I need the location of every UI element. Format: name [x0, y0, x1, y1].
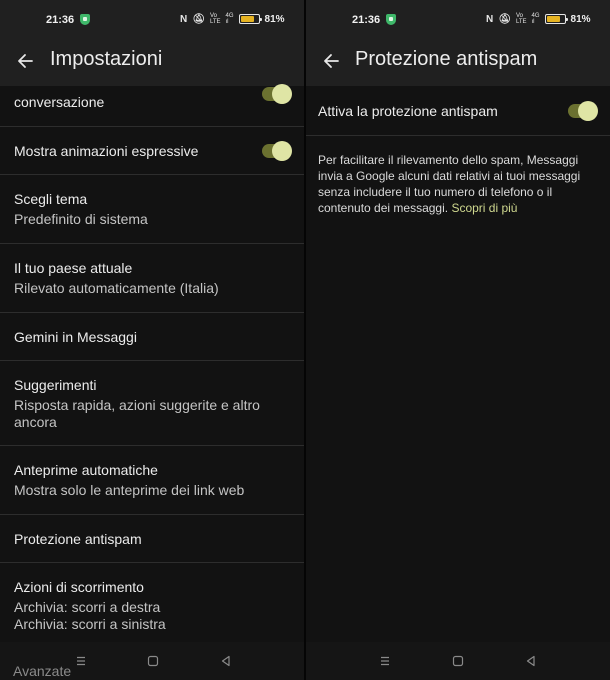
list-item-auto-previews[interactable]: Anteprime automatiche Mostra solo le ant…	[0, 446, 304, 515]
battery-percentage: 81%	[264, 13, 285, 25]
battery-icon	[238, 14, 263, 24]
list-item-advanced[interactable]: Avanzate	[13, 663, 71, 679]
settings-list: conversazione Mostra animazioni espressi…	[0, 84, 304, 648]
network-indicator: 4G ıl	[531, 13, 540, 25]
toggle-switch[interactable]	[262, 84, 292, 104]
status-time: 21:36	[46, 14, 75, 26]
list-item-country[interactable]: Il tuo paese attuale Rilevato automatica…	[0, 244, 304, 313]
list-item-suggestions[interactable]: Suggerimenti Risposta rapida, azioni sug…	[0, 361, 304, 446]
toggle-switch[interactable]	[262, 141, 292, 161]
mute-icon: 🔕︎	[498, 13, 511, 25]
back-arrow-icon[interactable]	[16, 50, 34, 72]
list-item-conversation-toggle[interactable]: conversazione	[0, 84, 304, 127]
home-icon[interactable]	[146, 654, 160, 668]
page-title: Protezione antispam	[355, 48, 538, 70]
list-item-spam-protection[interactable]: Protezione antispam	[0, 515, 304, 563]
nfc-icon: N	[486, 13, 494, 25]
settings-screen: 21:36 N 🔕︎ Vo LTE 4G ıl 81% Impostazioni…	[0, 0, 304, 680]
status-time: 21:36	[352, 14, 381, 26]
recents-icon[interactable]	[378, 654, 392, 668]
app-bar: Impostazioni	[0, 38, 304, 86]
status-icons: N 🔕︎ Vo LTE 4G ıl 81%	[486, 13, 591, 25]
back-nav-icon[interactable]	[524, 654, 538, 668]
spam-protection-toggle-row[interactable]: Attiva la protezione antispam	[306, 86, 610, 136]
shield-icon	[80, 14, 90, 25]
app-bar: Protezione antispam	[306, 38, 610, 86]
page-title: Impostazioni	[50, 48, 163, 70]
learn-more-link[interactable]: Scopri di più	[451, 201, 517, 215]
mute-icon: 🔕︎	[192, 13, 205, 25]
toggle-label: Attiva la protezione antispam	[318, 103, 498, 119]
status-bar: 21:36 N 🔕︎ Vo LTE 4G ıl 81%	[0, 0, 304, 38]
status-icons: N 🔕︎ Vo LTE 4G ıl 81%	[180, 13, 285, 25]
spam-protection-screen: 21:36 N 🔕︎ Vo LTE 4G ıl 81% Protezione a…	[306, 0, 610, 680]
back-nav-icon[interactable]	[219, 654, 233, 668]
shield-icon	[386, 14, 396, 25]
battery-percentage: 81%	[570, 13, 591, 25]
list-item-theme[interactable]: Scegli tema Predefinito di sistema	[0, 175, 304, 244]
volte-indicator: Vo LTE	[515, 13, 527, 25]
recents-icon[interactable]	[74, 654, 88, 668]
nfc-icon: N	[180, 13, 188, 25]
network-indicator: 4G ıl	[225, 13, 234, 25]
volte-indicator: Vo LTE	[209, 13, 221, 25]
back-arrow-icon[interactable]	[322, 50, 340, 72]
list-item-swipe-actions[interactable]: Azioni di scorrimento Archivia: scorri a…	[0, 563, 304, 648]
status-bar: 21:36 N 🔕︎ Vo LTE 4G ıl 81%	[306, 0, 610, 38]
spam-protection-toggle[interactable]	[568, 101, 598, 121]
battery-icon	[544, 14, 569, 24]
list-item-expressive-animations[interactable]: Mostra animazioni espressive	[0, 127, 304, 175]
spam-description: Per facilitare il rilevamento dello spam…	[318, 153, 581, 215]
list-item-gemini[interactable]: Gemini in Messaggi	[0, 313, 304, 361]
system-nav-bar	[306, 642, 610, 680]
home-icon[interactable]	[451, 654, 465, 668]
